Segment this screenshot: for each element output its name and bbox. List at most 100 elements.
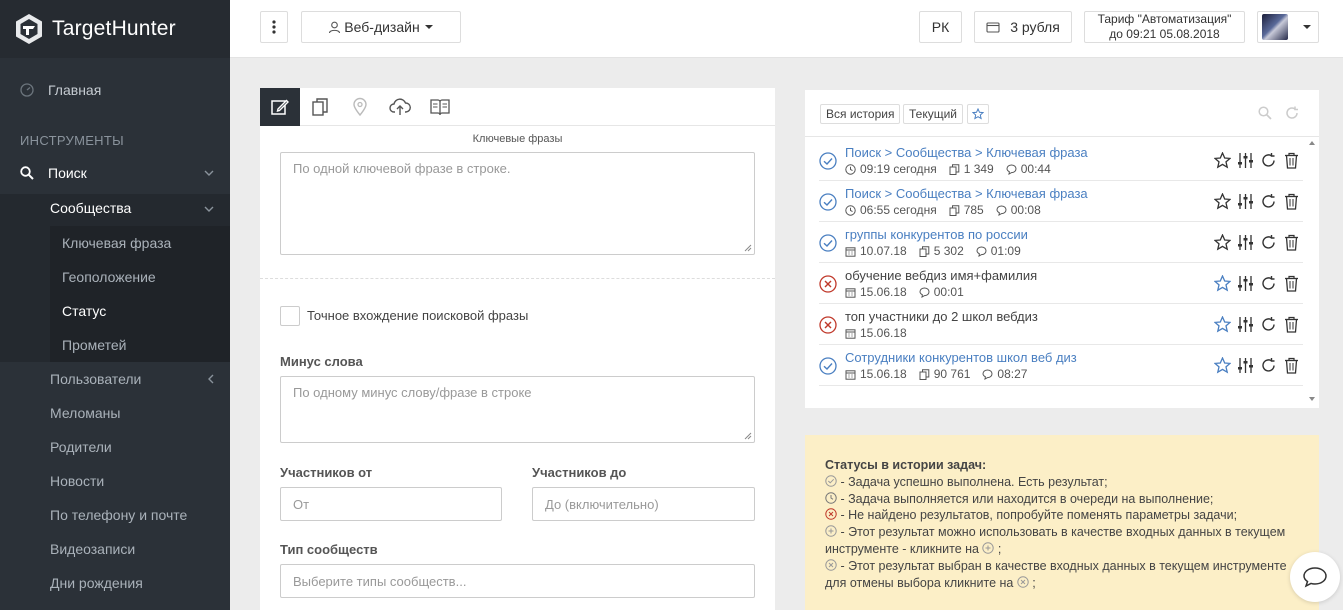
sidebar-item-users[interactable]: Пользователи (50, 371, 141, 387)
refresh-icon[interactable] (1285, 106, 1299, 120)
tariff-button[interactable]: Тариф "Автоматизация" до 09:21 05.08.201… (1084, 11, 1245, 43)
sidebar-item-news[interactable]: Новости (50, 473, 104, 489)
logo[interactable]: TargetHunter (0, 0, 230, 58)
tab-current[interactable]: Текущий (903, 104, 963, 124)
menu-button[interactable] (260, 11, 288, 43)
repeat-icon[interactable] (1257, 152, 1280, 169)
members-to-input[interactable]: До (включительно) (532, 487, 755, 521)
sidebar-item-videos[interactable]: Видеозаписи (50, 541, 135, 557)
history-count: 5 302 (919, 244, 964, 258)
star-icon[interactable] (1211, 234, 1234, 251)
sliders-icon[interactable] (1234, 316, 1257, 333)
star-icon[interactable] (1211, 152, 1234, 169)
rk-button[interactable]: РК (919, 11, 962, 43)
history-count-value: 90 761 (933, 367, 971, 381)
star-icon (972, 108, 984, 120)
history-date: 15.06.18 (845, 326, 907, 340)
history-panel: Вся история Текущий Поиск > Сообщества >… (805, 90, 1319, 408)
cross-circle-icon (819, 316, 837, 334)
scrollbar[interactable] (1307, 140, 1317, 402)
community-type-select[interactable]: Выберите типы сообществ... (280, 564, 755, 598)
history-date-value: 15.06.18 (860, 367, 907, 381)
sidebar-item-prometheus[interactable]: Прометей (62, 337, 126, 353)
community-type-placeholder: Выберите типы сообществ... (293, 573, 467, 589)
chat-button[interactable] (1290, 552, 1340, 602)
trash-icon[interactable] (1280, 152, 1303, 169)
sliders-icon[interactable] (1234, 234, 1257, 251)
history-actions (1211, 152, 1303, 169)
members-to-label: Участников до (532, 465, 627, 480)
sliders-icon[interactable] (1234, 152, 1257, 169)
history-meta: 10.07.18 5 302 01:09 (845, 244, 1033, 258)
history-row[interactable]: Сотрудники конкурентов школ веб диз 15.06… (819, 345, 1303, 386)
sidebar-item-geo[interactable]: Геоположение (62, 269, 156, 285)
timer-icon (982, 368, 995, 380)
exact-match-label[interactable]: Точное вхождение поисковой фразы (307, 308, 528, 323)
account-dropdown[interactable] (1257, 11, 1319, 43)
star-icon[interactable] (1211, 275, 1234, 292)
sidebar-item-communities[interactable]: Сообщества (50, 200, 131, 216)
repeat-icon[interactable] (1257, 275, 1280, 292)
tab-all-history[interactable]: Вся история (820, 104, 901, 124)
project-dropdown[interactable]: Веб-дизайн (301, 11, 461, 43)
repeat-icon[interactable] (1257, 357, 1280, 374)
balance-label: 3 рубля (1010, 19, 1060, 35)
calendar-icon (845, 328, 858, 339)
sidebar-item-home[interactable]: Главная (0, 80, 230, 100)
sidebar-item-phone-email[interactable]: По телефону и почте (50, 507, 187, 523)
tab-book[interactable] (420, 88, 460, 126)
star-icon[interactable] (1211, 193, 1234, 210)
sidebar-item-parents[interactable]: Родители (50, 439, 112, 455)
vertical-dots-icon (272, 20, 276, 34)
tab-location[interactable] (340, 88, 380, 126)
history-row[interactable]: Поиск > Сообщества > Ключевая фраза 09:19… (819, 140, 1303, 181)
sidebar-item-music[interactable]: Меломаны (50, 405, 120, 421)
history-row[interactable]: группы конкурентов по россии 10.07.18 5 30… (819, 222, 1303, 263)
sliders-icon[interactable] (1234, 275, 1257, 292)
copy-icon (949, 204, 962, 216)
history-title[interactable]: Поиск > Сообщества > Ключевая фраза (845, 186, 1088, 201)
history-actions (1211, 275, 1303, 292)
history-row[interactable]: Поиск > Сообщества > Ключевая фраза 06:55… (819, 181, 1303, 222)
sidebar-item-search[interactable]: Поиск (0, 162, 230, 184)
tab-upload[interactable] (380, 88, 420, 126)
tab-copy[interactable] (300, 88, 340, 126)
members-from-input[interactable]: От (280, 487, 502, 521)
sliders-icon[interactable] (1234, 357, 1257, 374)
star-icon[interactable] (1211, 357, 1234, 374)
trash-icon[interactable] (1280, 357, 1303, 374)
minus-words-textarea[interactable]: По одному минус слову/фразе в строке (280, 376, 755, 443)
favorites-filter[interactable] (967, 104, 989, 124)
history-title[interactable]: Поиск > Сообщества > Ключевая фраза (845, 145, 1088, 160)
exact-match-checkbox[interactable] (280, 306, 300, 326)
resize-handle-icon[interactable] (744, 432, 752, 440)
sliders-icon[interactable] (1234, 193, 1257, 210)
trash-icon[interactable] (1280, 193, 1303, 210)
repeat-icon[interactable] (1257, 234, 1280, 251)
sidebar-item-keyword[interactable]: Ключевая фраза (62, 235, 171, 251)
history-row[interactable]: обучение вебдиз имя+фамилия 15.06.18 00:01 (819, 263, 1303, 304)
dashboard-icon (20, 83, 34, 97)
history-title[interactable]: Сотрудники конкурентов школ веб диз (845, 350, 1077, 365)
sidebar-item-birthdays[interactable]: Дни рождения (50, 575, 143, 591)
check-circle-icon (819, 152, 837, 170)
balance-button[interactable]: 3 рубля (974, 11, 1072, 43)
trash-icon[interactable] (1280, 316, 1303, 333)
search-icon[interactable] (1258, 106, 1272, 120)
sidebar-item-status[interactable]: Статус (62, 303, 106, 319)
repeat-icon[interactable] (1257, 193, 1280, 210)
legend-line-done: - Задача успешно выполнена. Есть результ… (825, 474, 1299, 491)
repeat-icon[interactable] (1257, 316, 1280, 333)
resize-handle-icon[interactable] (744, 244, 752, 252)
star-icon[interactable] (1211, 316, 1234, 333)
history-duration: 08:27 (982, 367, 1027, 381)
trash-icon[interactable] (1280, 234, 1303, 251)
history-row[interactable]: топ участники до 2 школ вебдиз 15.06.18 (819, 304, 1303, 345)
search-icon (20, 166, 34, 180)
history-title[interactable]: группы конкурентов по россии (845, 227, 1028, 242)
trash-icon[interactable] (1280, 275, 1303, 292)
check-circle-icon (819, 193, 837, 211)
keywords-textarea[interactable]: По одной ключевой фразе в строке. (280, 152, 755, 255)
tab-edit[interactable] (260, 88, 300, 126)
check-circle-icon (825, 475, 837, 487)
